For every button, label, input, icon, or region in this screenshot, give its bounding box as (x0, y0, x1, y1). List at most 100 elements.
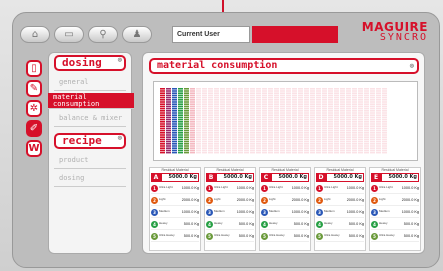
menu-item[interactable]: material consumption (48, 93, 134, 109)
grid-cell (184, 92, 189, 94)
grid-cell (238, 123, 243, 125)
grid-cell (292, 96, 297, 99)
grid-cell (232, 138, 237, 141)
grid-cell (268, 125, 273, 127)
grid-cell (376, 136, 381, 138)
grid-cell (358, 103, 363, 105)
grid-cell (238, 140, 243, 143)
page-title-text: material consumption (157, 60, 278, 71)
grid-cell (172, 140, 177, 143)
material-number-badge: 2 (316, 196, 323, 204)
gear-icon[interactable]: ✲ (26, 100, 42, 117)
grid-cell (364, 127, 369, 130)
grid-cell (328, 127, 333, 130)
grid-cell (184, 114, 189, 116)
grid-cell (184, 125, 189, 127)
grid-cell (268, 105, 273, 108)
grid-cell (238, 129, 243, 132)
grid-cell (382, 110, 387, 112)
grid-cell (298, 103, 303, 105)
grid-cell (208, 110, 213, 112)
grid-cell (316, 129, 321, 132)
grid-cell (244, 127, 249, 130)
grid-cell (244, 140, 249, 143)
collapse-icon[interactable]: ⊗ (118, 132, 122, 144)
material-number-badge: 3 (206, 208, 213, 216)
grid-cell (172, 96, 177, 99)
home-icon[interactable]: ⌂ (20, 26, 50, 43)
grid-cell (202, 147, 207, 149)
grid-cell (184, 138, 189, 141)
material-value: 500.0 Kg (293, 222, 309, 226)
grid-cell (376, 118, 381, 121)
grid-cell (244, 116, 249, 119)
grid-cell (178, 121, 183, 123)
panel-icon[interactable]: ▯ (26, 60, 42, 77)
grid-cell (274, 92, 279, 94)
grid-cell (292, 88, 297, 90)
grid-cell (280, 114, 285, 116)
grid-cell (304, 90, 309, 92)
grid-cell (232, 121, 237, 123)
bin-row: 3 Medium 1000.0 Kg (151, 207, 199, 218)
grid-cell (244, 147, 249, 149)
grid-cell (166, 134, 171, 136)
menu-item[interactable]: general (54, 75, 126, 91)
grid-cell (238, 147, 243, 149)
grid-cell (328, 125, 333, 127)
grid-cell (322, 112, 327, 114)
grid-cell (238, 90, 243, 92)
grid-cell (172, 138, 177, 141)
grid-cell (202, 110, 207, 112)
user-icon[interactable]: ♟ (122, 26, 152, 43)
menu-item[interactable]: balance & mixer (54, 111, 126, 127)
close-icon[interactable]: ⊗ (410, 60, 414, 72)
tools-icon[interactable]: ✐ (26, 120, 42, 137)
grid-cell (208, 94, 213, 97)
grid-cell (166, 116, 171, 119)
grid-cell (238, 101, 243, 103)
grid-cell (262, 143, 267, 145)
grid-cell (370, 94, 375, 97)
grid-cell (316, 114, 321, 116)
grid-cell (238, 105, 243, 108)
menu-section-0[interactable]: dosing ⊗ (54, 55, 126, 71)
grid-cell (256, 143, 261, 145)
grid-cell (256, 123, 261, 125)
bin-icon[interactable]: W (26, 140, 42, 157)
wrench-icon[interactable]: ✎ (26, 80, 42, 97)
grid-cell (214, 90, 219, 92)
current-user-value[interactable] (252, 26, 338, 43)
menu-item[interactable]: product (54, 153, 126, 169)
collapse-icon[interactable]: ⊗ (118, 54, 122, 66)
grid-cell (274, 147, 279, 149)
grid-cell (208, 114, 213, 116)
grid-cell (268, 132, 273, 134)
grid-cell (310, 96, 315, 99)
grid-cell (172, 88, 177, 90)
grid-cell (172, 118, 177, 121)
grid-cell (226, 94, 231, 97)
menu-section-1[interactable]: recipe ⊗ (54, 133, 126, 149)
grid-cell (244, 114, 249, 116)
grid-cell (166, 118, 171, 121)
grid-cell (172, 101, 177, 103)
bin-row: 2 Light 2000.0 Kg (151, 195, 199, 206)
material-number-badge: 5 (206, 232, 213, 240)
chat-icon[interactable]: ▭ (54, 26, 84, 43)
grid-cell (262, 129, 267, 132)
grid-cell (322, 136, 327, 138)
menu-item[interactable]: dosing (54, 171, 126, 187)
bin-panel-a: Residual Material A 5000.0 Kg 1 Ultra Light 1… (149, 167, 201, 251)
grid-cell (340, 138, 345, 141)
grid-cell (178, 129, 183, 132)
grid-cell (382, 96, 387, 99)
grid-cell (160, 132, 165, 134)
search-icon[interactable]: ⚲ (88, 26, 118, 43)
grid-cell (190, 121, 195, 123)
grid-cell (250, 121, 255, 123)
grid-cell (352, 118, 357, 121)
grid-cell (172, 112, 177, 114)
grid-cell (376, 123, 381, 125)
grid-cell (226, 143, 231, 145)
